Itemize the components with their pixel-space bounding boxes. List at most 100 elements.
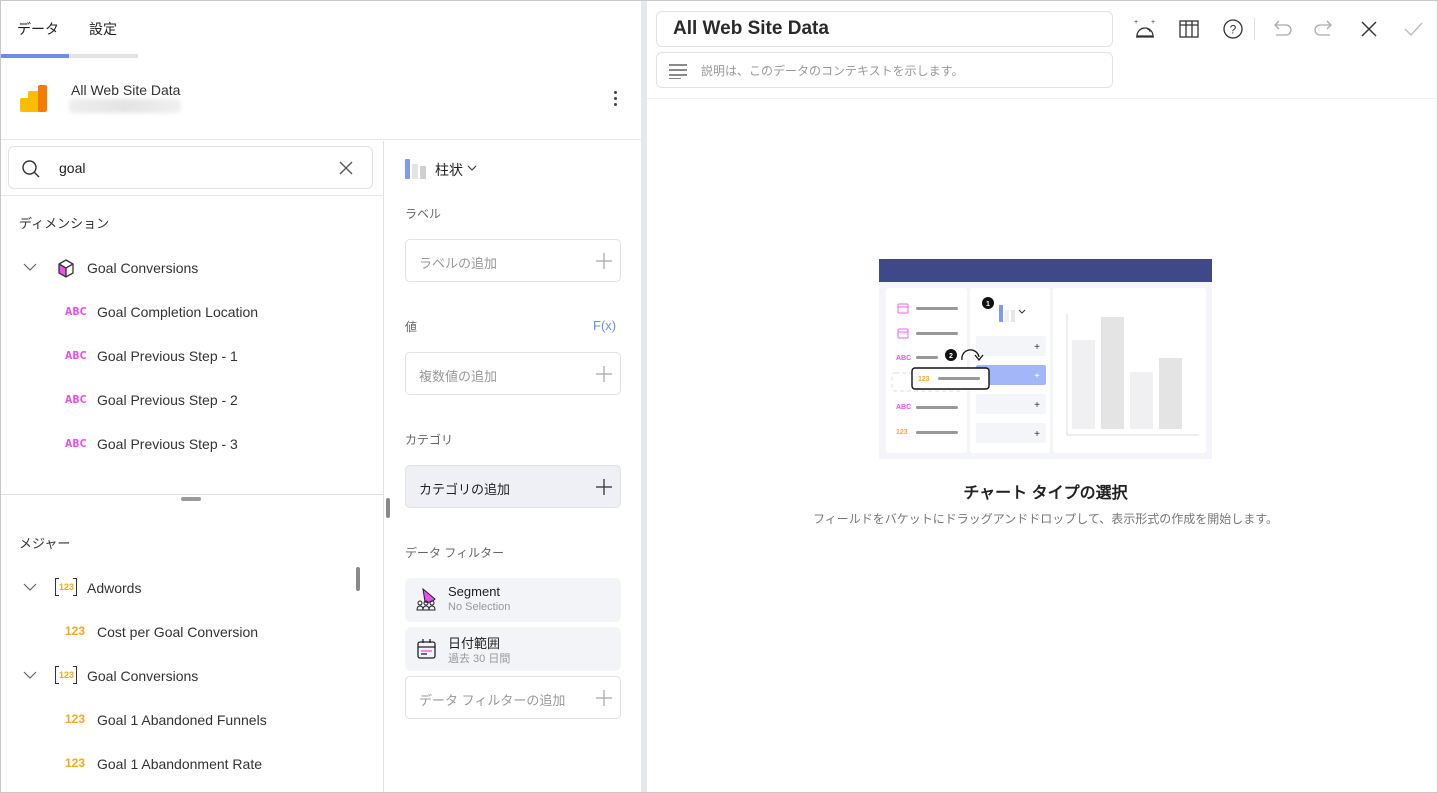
group-label: Adwords bbox=[87, 580, 142, 596]
field-item[interactable]: ABC Goal Completion Location bbox=[1, 294, 371, 330]
google-analytics-logo-icon bbox=[20, 85, 47, 112]
undo-button[interactable] bbox=[1268, 16, 1294, 42]
close-button[interactable] bbox=[1356, 16, 1382, 42]
field-item[interactable]: 123 Goal 1 Abandoned Funnels bbox=[1, 702, 371, 738]
measure-group-icon: 123 bbox=[55, 666, 77, 686]
plus-icon bbox=[596, 479, 612, 495]
description-field bbox=[656, 52, 1113, 88]
group-label: Goal Conversions bbox=[87, 668, 199, 684]
field-search bbox=[8, 146, 373, 189]
field-item[interactable]: ABC Goal Previous Step - 1 bbox=[1, 338, 371, 374]
plus-icon bbox=[596, 253, 612, 269]
data-panel: データ 設定 All Web Site Data ディメンション bbox=[1, 1, 641, 792]
buckets-panel: 柱状 ラベル ラベルの追加 値 F(x) 複数値の追加 カテゴリ カテゴリの追加… bbox=[385, 141, 641, 792]
illus-field-line bbox=[938, 377, 980, 380]
illus-bar bbox=[1005, 310, 1009, 322]
measure-group-icon: 123 bbox=[55, 578, 77, 598]
illus-field-line bbox=[916, 307, 958, 310]
visualization-editor: + + ? bbox=[647, 1, 1437, 792]
datasource-more-menu[interactable] bbox=[607, 88, 623, 110]
datasource-name: All Web Site Data bbox=[71, 82, 181, 98]
illus-123-label: 123 bbox=[896, 429, 908, 436]
string-type-icon: ABC bbox=[65, 437, 87, 450]
fields-list-panel: ディメンション Goal Conversions ABC Goal Comple… bbox=[1, 141, 384, 792]
illus-plus: + bbox=[1034, 429, 1040, 440]
number-type-icon: 123 bbox=[65, 756, 86, 770]
field-item[interactable]: ABC Goal Previous Step - 3 bbox=[1, 426, 371, 462]
illus-123-label: 123 bbox=[918, 376, 930, 383]
measures-heading: メジャー bbox=[19, 536, 71, 551]
help-button[interactable]: ? bbox=[1220, 16, 1246, 42]
values-bucket[interactable]: 複数値の追加 bbox=[405, 352, 621, 395]
toolbar-divider bbox=[1254, 18, 1255, 40]
group-label: Goal Conversions bbox=[87, 260, 199, 276]
tab-data[interactable]: データ bbox=[17, 19, 59, 39]
bucket-placeholder: ラベルの追加 bbox=[419, 256, 498, 271]
illus-plus: + bbox=[1034, 342, 1040, 353]
illus-field-line bbox=[916, 332, 958, 335]
illus-column bbox=[1159, 358, 1182, 429]
search-input[interactable] bbox=[59, 158, 319, 178]
illus-step-number: 1 bbox=[986, 301, 990, 308]
measure-group-goal-conversions[interactable]: 123 Goal Conversions bbox=[1, 658, 371, 694]
clear-search-icon[interactable] bbox=[337, 159, 355, 177]
close-icon bbox=[1361, 21, 1377, 37]
empty-state-subtitle: フィールドをバケットにドラッグアンドドロップして、表示形式の作成を開始します。 bbox=[812, 512, 1279, 526]
redo-button[interactable] bbox=[1312, 16, 1338, 42]
field-item[interactable]: 123 Goal 1 Abandonment Rate bbox=[1, 746, 371, 782]
label-bucket[interactable]: ラベルの追加 bbox=[405, 239, 621, 282]
search-icon bbox=[22, 160, 40, 178]
segment-filter[interactable]: Segment No Selection bbox=[405, 578, 621, 622]
filter-value: 過去 30 日間 bbox=[448, 653, 511, 665]
number-type-icon: 123 bbox=[65, 624, 86, 638]
chevron-down-icon bbox=[467, 165, 477, 171]
svg-text:+: + bbox=[1151, 19, 1155, 26]
illus-bar bbox=[999, 305, 1003, 322]
field-label: Goal 1 Abandoned Funnels bbox=[97, 712, 267, 728]
bucket-placeholder: 複数値の追加 bbox=[419, 369, 498, 384]
confirm-button[interactable] bbox=[1400, 16, 1426, 42]
header-divider bbox=[647, 98, 1437, 99]
label-section-heading: ラベル bbox=[405, 207, 442, 221]
illustration-header bbox=[879, 259, 1212, 282]
string-type-icon: ABC bbox=[65, 305, 87, 318]
number-type-icon: 123 bbox=[65, 712, 86, 726]
field-label: Goal Previous Step - 3 bbox=[97, 436, 238, 452]
field-item[interactable]: 123 Cost per Goal Conversion bbox=[1, 614, 371, 650]
check-icon bbox=[1404, 22, 1423, 36]
chevron-down-icon[interactable] bbox=[23, 582, 37, 592]
illus-column bbox=[1130, 372, 1153, 429]
table-view-button[interactable] bbox=[1176, 16, 1202, 42]
category-bucket[interactable]: カテゴリの追加 bbox=[405, 465, 621, 508]
date-range-filter[interactable]: 日付範囲 過去 30 日間 bbox=[405, 627, 621, 671]
column-chart-icon bbox=[405, 159, 426, 179]
field-label: Goal Previous Step - 1 bbox=[97, 348, 238, 364]
field-item[interactable]: ABC Goal Previous Step - 2 bbox=[1, 382, 371, 418]
plus-icon bbox=[596, 690, 612, 706]
more-dot-icon bbox=[613, 97, 617, 100]
resize-handle[interactable] bbox=[181, 497, 201, 501]
more-dot-icon bbox=[613, 91, 617, 94]
ai-insights-button[interactable]: + + bbox=[1132, 16, 1158, 42]
dimension-group-goal-conversions[interactable]: Goal Conversions bbox=[1, 250, 371, 286]
illus-column bbox=[1072, 340, 1095, 429]
visualization-title-input[interactable] bbox=[656, 11, 1113, 47]
tab-settings[interactable]: 設定 bbox=[89, 19, 117, 39]
values-section-heading: 値 bbox=[405, 320, 418, 334]
measure-group-adwords[interactable]: 123 Adwords bbox=[1, 570, 371, 606]
field-label: Cost per Goal Conversion bbox=[97, 624, 259, 640]
string-type-icon: ABC bbox=[65, 393, 87, 406]
panel-tabs: データ 設定 bbox=[1, 1, 641, 58]
more-dot-icon bbox=[613, 103, 617, 106]
formula-button[interactable]: F(x) bbox=[593, 318, 616, 333]
description-input[interactable] bbox=[701, 61, 1101, 81]
chevron-down-icon[interactable] bbox=[23, 262, 37, 272]
string-type-icon: ABC bbox=[65, 349, 87, 362]
illus-column bbox=[1101, 317, 1124, 429]
calendar-icon bbox=[417, 639, 436, 659]
field-label: Goal Previous Step - 2 bbox=[97, 392, 238, 408]
add-filter-bucket[interactable]: データ フィルターの追加 bbox=[405, 676, 621, 719]
chevron-down-icon[interactable] bbox=[23, 670, 37, 680]
datasource-subtitle-blurred bbox=[69, 99, 181, 113]
redo-icon bbox=[1314, 20, 1332, 36]
